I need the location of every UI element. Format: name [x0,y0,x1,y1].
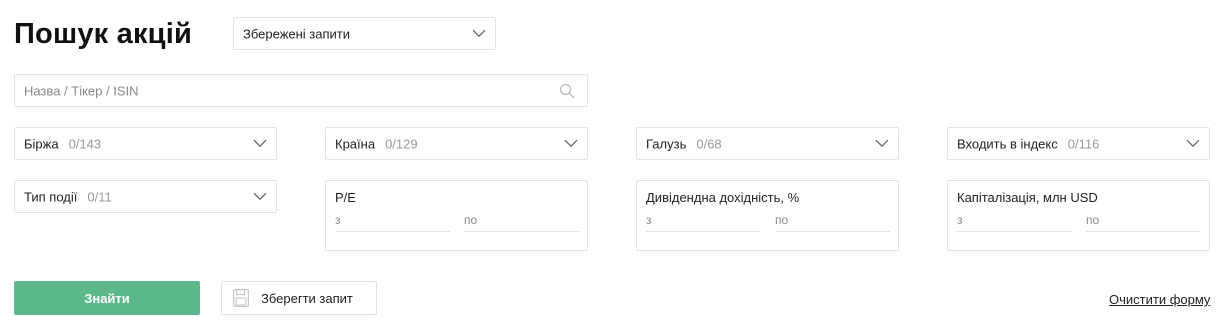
chevron-down-icon [1186,139,1200,147]
dividend-to-placeholder: по [775,213,789,227]
pe-range-label: P/E [335,190,356,205]
country-count: 0/129 [385,136,418,151]
event-type-label: Тип події [24,189,78,204]
industry-select[interactable]: Галузь 0/68 [636,127,899,160]
search-placeholder: Назва / Тікер / ISIN [24,83,139,98]
event-type-count: 0/11 [87,189,112,204]
exchange-label: Біржа [24,136,59,151]
pe-range: P/E з по [325,180,588,251]
event-type-select[interactable]: Тип події 0/11 [14,180,277,213]
dividend-to-input[interactable]: по [775,211,890,232]
cap-to-input[interactable]: по [1086,211,1201,232]
chevron-down-icon [875,139,889,147]
chevron-down-icon [564,139,578,147]
save-query-button[interactable]: Зберегти запит [221,281,377,315]
country-label: Країна [335,136,376,151]
find-button-label: Знайти [84,290,130,306]
dividend-from-input[interactable]: з [646,211,761,232]
industry-label: Галузь [646,136,687,151]
dividend-from-placeholder: з [646,213,652,227]
cap-to-placeholder: по [1086,213,1100,227]
chevron-down-icon [472,29,486,37]
search-icon [559,83,575,99]
dividend-range: Дивідендна дохідність, % з по [636,180,899,251]
floppy-disk-icon [233,289,249,307]
exchange-count: 0/143 [68,136,102,151]
country-select[interactable]: Країна 0/129 [325,127,588,160]
pe-from-input[interactable]: з [335,211,450,232]
index-select[interactable]: Входить в індекс 0/116 [947,127,1210,160]
cap-from-placeholder: з [957,213,963,227]
saved-queries-label: Збережені запити [243,26,351,41]
dividend-range-label: Дивідендна дохідність, % [646,190,800,205]
save-query-label: Зберегти запит [261,290,353,306]
chevron-down-icon [253,139,267,147]
search-input[interactable]: Назва / Тікер / ISIN [14,74,588,107]
cap-range: Капіталізація, млн USD з по [947,180,1210,251]
clear-form-link[interactable]: Очистити форму [1109,292,1210,307]
cap-range-label: Капіталізація, млн USD [957,190,1098,205]
pe-to-placeholder: по [464,213,478,227]
chevron-down-icon [253,192,267,200]
find-button[interactable]: Знайти [14,281,200,315]
index-count: 0/116 [1067,136,1100,151]
index-label: Входить в індекс [957,136,1058,151]
saved-queries-select[interactable]: Збережені запити [233,17,496,50]
exchange-select[interactable]: Біржа 0/143 [14,127,277,160]
page-title: Пошук акцій [14,18,192,50]
industry-count: 0/68 [696,136,722,151]
cap-from-input[interactable]: з [957,211,1072,232]
pe-from-placeholder: з [335,213,341,227]
pe-to-input[interactable]: по [464,211,579,232]
